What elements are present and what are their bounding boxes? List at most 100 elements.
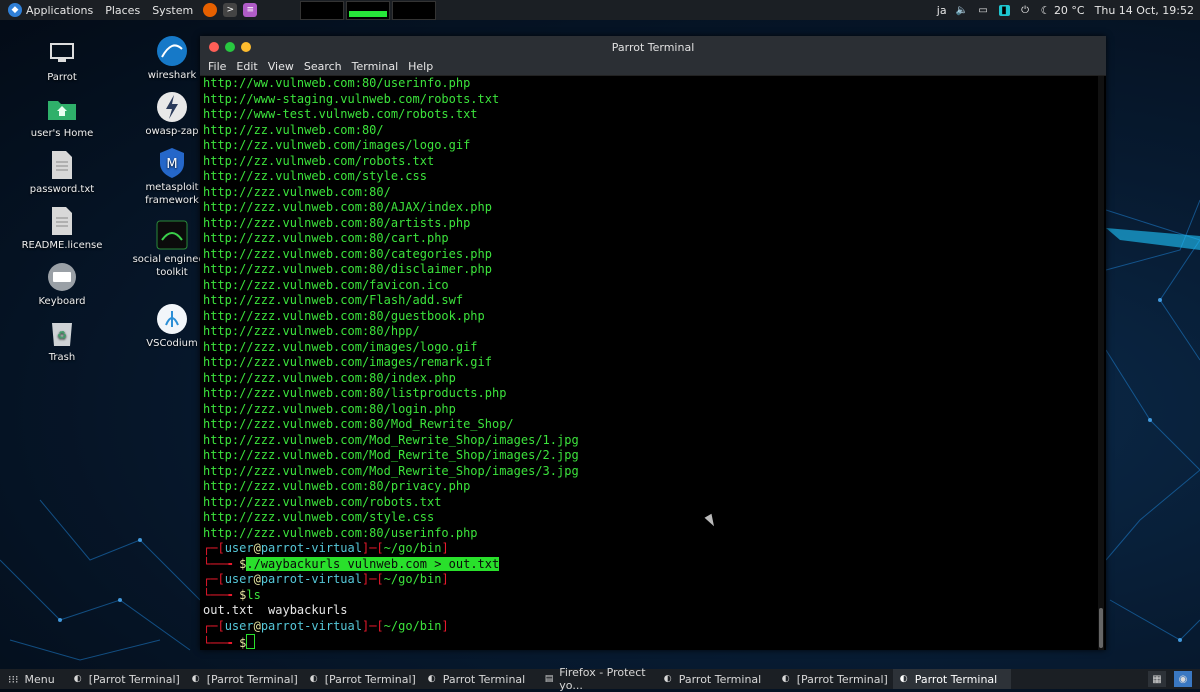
desktop-icon-parrot[interactable]: Parrot [17, 38, 107, 84]
menu-search[interactable]: Search [304, 60, 342, 73]
output-url-line: http://ww.vulnweb.com:80/userinfo.php [203, 76, 471, 90]
display-icon[interactable]: ▭ [978, 5, 989, 16]
desktop-icon-label: password.txt [29, 184, 95, 195]
menu-view[interactable]: View [268, 60, 294, 73]
output-url-line: http://zzz.vulnweb.com:80/guestbook.php [203, 308, 485, 323]
taskbar-item[interactable]: ▤ Firefox - Protect yo... [539, 666, 657, 692]
output-url-line: http://zz.vulnweb.com:80/ [203, 122, 384, 137]
prompt-host: parrot-virtual [260, 618, 362, 633]
trash-icon: ♻ [45, 318, 79, 348]
output-url-line: http://zzz.vulnweb.com:80/disclaimer.php [203, 262, 492, 276]
applications-label: Applications [26, 3, 94, 17]
desktop-icon-keyboard[interactable]: Keyboard [17, 262, 107, 308]
weather-icon: ☾ [1040, 3, 1051, 17]
desktop-icon-label: Trash [48, 352, 76, 363]
command-line: └──╼ $ls [203, 587, 261, 602]
close-button[interactable] [209, 42, 219, 52]
desktop-icon-label: Keyboard [38, 296, 86, 307]
vscodium-icon [155, 304, 189, 334]
applications-menu[interactable]: ◆ Applications [8, 3, 93, 17]
command-output: out.txt waybackurls [203, 603, 348, 617]
output-url-line: http://zzz.vulnweb.com:80/login.php [203, 401, 456, 416]
taskbar-item-label: [Parrot Terminal] [88, 672, 180, 686]
scrollbar-thumb[interactable] [1099, 608, 1103, 648]
workspace-switcher-icon[interactable]: ▦ [1148, 671, 1166, 687]
zap-icon [155, 92, 189, 122]
taskbar-item[interactable]: ◐ Parrot Terminal [657, 669, 775, 689]
text-cursor [246, 634, 256, 649]
terminal-window-icon: ◐ [427, 674, 436, 684]
desktop-icon-password-txt[interactable]: password.txt [17, 150, 107, 196]
window-title: Parrot Terminal [611, 40, 695, 54]
bottom-panel: ⁝⁝⁝ Menu ◐ [Parrot Terminal] ◐ [Parrot Term… [0, 666, 1200, 692]
terminal-scrollbar[interactable] [1098, 76, 1104, 650]
firefox-window-icon: ▤ [544, 674, 554, 684]
taskbar-item[interactable]: ◐ [Parrot Terminal] [67, 669, 185, 689]
system-menu[interactable]: System [148, 4, 193, 17]
weather-indicator[interactable]: ☾ 20 °C [1041, 4, 1085, 17]
firefox-launcher-icon[interactable] [203, 3, 218, 17]
prompt-host: parrot-virtual [260, 572, 362, 586]
taskbar-item[interactable]: ◐ [Parrot Terminal] [185, 669, 303, 689]
menu-terminal[interactable]: Terminal [352, 60, 399, 73]
keyboard-layout[interactable]: ja [937, 4, 947, 17]
taskbar-item-label: Parrot Terminal [678, 672, 762, 686]
output-url-line: http://zz.vulnweb.com/images/logo.gif [203, 138, 471, 152]
clock[interactable]: Thu 14 Oct, 19:52 [1095, 4, 1194, 17]
output-url-line: http://www-staging.vulnweb.com/robots.tx… [203, 91, 500, 106]
power-icon[interactable]: ⏻ [1020, 5, 1031, 16]
terminal-output[interactable]: http://ww.vulnweb.com:80/userinfo.php htt… [203, 76, 1096, 650]
window-titlebar[interactable]: Parrot Terminal [200, 36, 1106, 58]
menu-file[interactable]: File [208, 60, 226, 73]
weather-text: 20 °C [1053, 3, 1085, 17]
menu-help[interactable]: Help [408, 60, 433, 73]
output-url-line: http://zzz.vulnweb.com:80/categories.php [203, 246, 492, 261]
taskbar-item[interactable]: ◐ Parrot Terminal [892, 669, 1011, 689]
network-graph [392, 1, 436, 20]
terminal-window-icon: ◐ [663, 674, 672, 684]
prompt-at: @ [253, 572, 261, 586]
text-editor-launcher-icon[interactable]: ≡ [243, 3, 258, 17]
taskbar-item-label: Parrot Terminal [442, 672, 526, 686]
output-url-line: http://zzz.vulnweb.com:80/userinfo.php [203, 525, 478, 540]
output-url-line: http://zzz.vulnweb.com:80/listproducts.p… [203, 386, 507, 400]
desktop-icon-home[interactable]: user's Home [17, 94, 107, 140]
prompt-user: user [224, 572, 254, 586]
text-file-icon [45, 150, 79, 180]
system-label: System [152, 3, 194, 17]
menu-button[interactable]: ⁝⁝⁝ Menu [8, 673, 55, 686]
taskbar-item[interactable]: ◐ [Parrot Terminal] [303, 669, 421, 689]
menubar: File Edit View Search Terminal Help [200, 58, 1106, 76]
battery-icon[interactable]: ▮ [998, 4, 1010, 16]
terminal-launcher-icon[interactable]: > [223, 3, 238, 17]
show-desktop-icon[interactable]: ◉ [1174, 671, 1192, 687]
maximize-button[interactable] [225, 42, 235, 52]
desktop-icon-readme-license[interactable]: README.license [17, 206, 107, 252]
terminal-window: Parrot Terminal File Edit View Search Te… [200, 36, 1106, 650]
prompt-line: ┌─[user@parrot-virtual]─[~/go/bin] [203, 618, 449, 633]
output-url-line: http://zzz.vulnweb.com:80/AJAX/index.php [203, 200, 492, 214]
taskbar-item[interactable]: ◐ [Parrot Terminal] [775, 669, 893, 689]
volume-icon[interactable]: 🔈 [956, 5, 968, 16]
desktop-icon-label: Parrot [47, 72, 77, 83]
output-url-line: http://zzz.vulnweb.com:80/privacy.php [203, 479, 471, 493]
prompt-path: ~/go/bin [383, 572, 442, 586]
output-url-line: http://zzz.vulnweb.com/style.css [203, 510, 435, 524]
output-url-line: http://zz.vulnweb.com/style.css [203, 169, 427, 183]
places-menu[interactable]: Places [101, 4, 140, 17]
terminal-window-icon: ◐ [781, 674, 790, 684]
top-panel: ◆ Applications Places System > ≡ ja 🔈 ▭ … [0, 0, 1200, 20]
prompt-user: user [224, 541, 254, 555]
desktop-icon-label: README.license [21, 240, 103, 251]
menu-edit[interactable]: Edit [236, 60, 257, 73]
terminal-window-icon: ◐ [309, 674, 318, 684]
command-line: └──╼ $./waybackurls vulnweb.com > out.tx… [203, 556, 500, 571]
taskbar-item-label: Parrot Terminal [914, 672, 998, 686]
taskbar-item-label: Firefox - Protect yo... [559, 666, 646, 692]
output-url-line: http://zzz.vulnweb.com/Mod_Rewrite_Shop/… [203, 432, 579, 447]
minimize-button[interactable] [241, 42, 251, 52]
system-monitor [300, 1, 436, 20]
taskbar-item[interactable]: ◐ Parrot Terminal [421, 669, 539, 689]
desktop-icon-trash[interactable]: ♻ Trash [17, 318, 107, 364]
output-url-line: http://www-test.vulnweb.com/robots.txt [203, 107, 478, 121]
